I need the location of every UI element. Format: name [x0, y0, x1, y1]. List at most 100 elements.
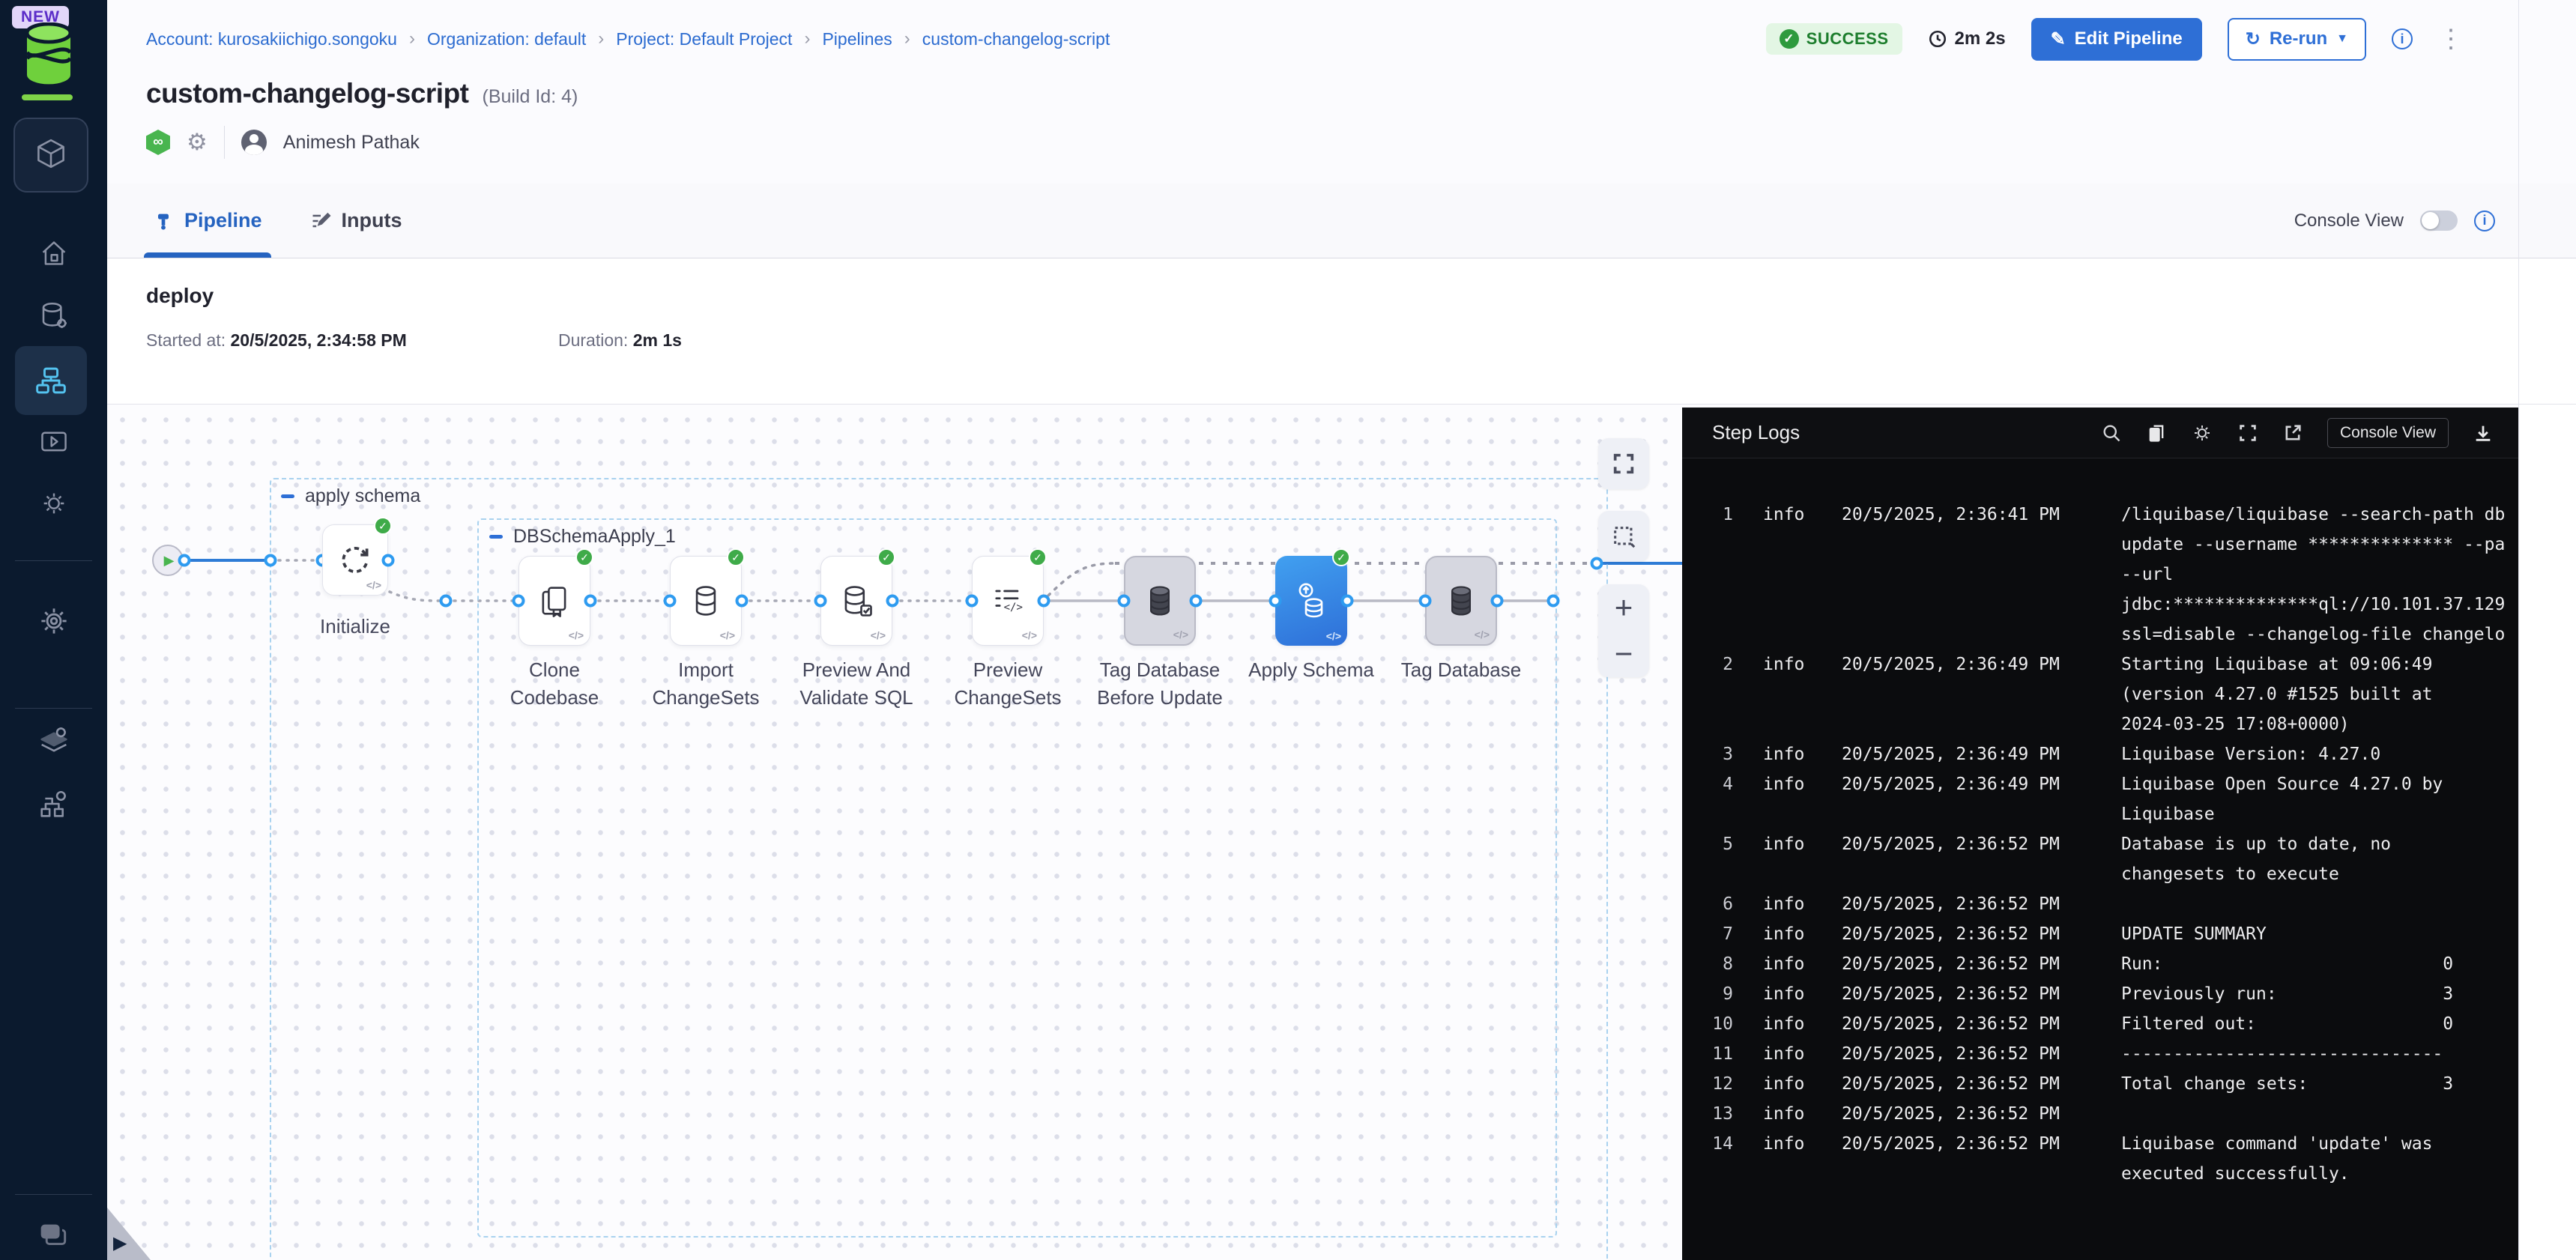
step-node-initialize[interactable]: </> — [322, 524, 388, 596]
expand-arrow-icon[interactable]: ▶ — [113, 1232, 127, 1254]
open-external-icon[interactable] — [2282, 422, 2303, 443]
step-node-preview-changesets[interactable]: </> </> — [972, 556, 1044, 646]
initialize-icon — [336, 542, 374, 579]
step-label: Import ChangeSets — [638, 656, 773, 712]
collapse-icon[interactable] — [281, 494, 294, 498]
log-line-number: 7 — [1682, 924, 1733, 944]
connector-dot — [966, 595, 979, 608]
chevron-right-icon: › — [804, 28, 810, 49]
help-chat-icon[interactable]: ? — [0, 1221, 107, 1254]
connector-dot — [1118, 595, 1131, 608]
connector-dot — [1038, 595, 1050, 608]
rerun-button[interactable]: ↻ Re-run ▼ — [2228, 18, 2366, 61]
log-timestamp: 20/5/2025, 2:36:52 PM — [1842, 1074, 2099, 1094]
log-line: 4 info 20/5/2025, 2:36:49 PM Liquibase O… — [1682, 769, 2519, 799]
log-lines[interactable]: 1 info 20/5/2025, 2:36:41 PM /liquibase/… — [1682, 458, 2519, 1260]
group-label-apply-schema[interactable]: apply schema — [281, 485, 420, 507]
breadcrumb-current[interactable]: custom-changelog-script — [922, 29, 1110, 49]
left-nav-rail: NEW — [0, 0, 107, 1260]
sidebar-item-project-settings[interactable] — [0, 604, 107, 638]
zoom-in-button[interactable]: + — [1615, 593, 1633, 623]
log-level: info — [1763, 954, 1808, 974]
group-label-dbschemaapply[interactable]: DBSchemaApply_1 — [489, 526, 676, 548]
database-check-icon — [837, 581, 876, 620]
log-message: executed successfully. — [2121, 1164, 2350, 1184]
step-node-tag-database-before-update[interactable]: </> — [1124, 556, 1196, 646]
step-node-import-changesets[interactable]: </> — [670, 556, 742, 646]
log-message: Starting Liquibase at 09:06:49 — [2121, 655, 2432, 674]
pipeline-icon — [153, 210, 174, 231]
log-message: /liquibase/liquibase --search-path db — [2121, 505, 2505, 524]
breadcrumb-pipelines[interactable]: Pipelines — [822, 29, 892, 49]
log-timestamp: 20/5/2025, 2:36:52 PM — [1842, 924, 2099, 944]
module-switcher-button[interactable] — [13, 118, 88, 193]
zoom-out-button[interactable]: − — [1615, 639, 1633, 669]
sidebar-item-databases[interactable] — [0, 300, 107, 331]
download-icon[interactable] — [2473, 422, 2494, 443]
breadcrumb-project[interactable]: Project: Default Project — [616, 29, 792, 49]
console-view-toggle[interactable] — [2420, 210, 2458, 231]
info-icon[interactable]: i — [2474, 210, 2495, 231]
log-timestamp: 20/5/2025, 2:36:52 PM — [1842, 1014, 2099, 1034]
main-area: Account: kurosakiichigo.songoku › Organi… — [107, 0, 2576, 1260]
repo-icon — [535, 581, 574, 620]
log-line-number: 6 — [1682, 894, 1733, 914]
avatar — [241, 130, 267, 155]
refresh-icon: ↻ — [2246, 28, 2261, 50]
log-line: jdbc:**************ql://10.101.37.129 — [1682, 590, 2519, 620]
step-node-preview-validate-sql[interactable]: </> — [820, 556, 892, 646]
sidebar-item-environments[interactable] — [0, 724, 107, 755]
info-icon[interactable]: i — [2392, 28, 2413, 49]
settings-gear-icon[interactable] — [2191, 422, 2213, 444]
log-line: ssl=disable --changelog-file changelo — [1682, 620, 2519, 649]
edit-pipeline-button[interactable]: ✎ Edit Pipeline — [2031, 18, 2202, 61]
database-icon — [686, 581, 725, 620]
step-node-tag-database[interactable]: </> — [1425, 556, 1497, 646]
step-node-apply-schema[interactable]: </> — [1275, 556, 1347, 646]
log-line-number: 1 — [1682, 505, 1733, 524]
gear-icon[interactable]: ⚙ — [187, 129, 208, 156]
step-node-clone-codebase[interactable]: </> — [518, 556, 590, 646]
kebab-menu-icon[interactable]: ⋮ — [2438, 31, 2464, 46]
sidebar-item-settings-small[interactable] — [0, 488, 107, 518]
log-timestamp: 20/5/2025, 2:36:49 PM — [1842, 655, 2099, 674]
log-message: changesets to execute — [2121, 864, 2339, 884]
log-message: jdbc:**************ql://10.101.37.129 — [2121, 595, 2505, 614]
log-line: 6 info 20/5/2025, 2:36:52 PM — [1682, 889, 2519, 919]
app-window: NEW — [0, 0, 2576, 1260]
connector-dot — [664, 595, 677, 608]
console-view-button[interactable]: Console View — [2327, 418, 2449, 448]
copy-icon[interactable] — [2146, 422, 2167, 443]
harness-dbops-logo[interactable] — [22, 22, 75, 89]
tab-inputs[interactable]: Inputs — [301, 184, 411, 258]
sidebar-item-executions[interactable] — [0, 427, 107, 457]
collapse-icon[interactable] — [489, 535, 503, 539]
log-message: Total change sets: 3 — [2121, 1074, 2453, 1094]
success-check-icon: ✓ — [575, 548, 593, 566]
sidebar-item-home[interactable] — [0, 238, 107, 268]
trigger-author: Animesh Pathak — [283, 132, 420, 154]
canvas-select-button[interactable] — [1598, 511, 1649, 562]
stage-name: deploy — [146, 284, 2576, 308]
pipeline-canvas[interactable]: apply schema DBSchemaApply_1 ▶ </> ✓ Ini… — [107, 405, 2519, 1260]
script-tag: </> — [720, 629, 735, 641]
log-timestamp: 20/5/2025, 2:36:52 PM — [1842, 1134, 2099, 1154]
stage-duration: Duration: 2m 1s — [558, 330, 682, 351]
connector-dot — [382, 554, 395, 567]
connector-dot — [886, 595, 899, 608]
log-timestamp: 20/5/2025, 2:36:52 PM — [1842, 954, 2099, 974]
breadcrumb-organization[interactable]: Organization: default — [427, 29, 586, 49]
breadcrumb-account[interactable]: Account: kurosakiichigo.songoku — [146, 29, 397, 49]
log-line: update --username ************** --pa — [1682, 530, 2519, 560]
connector-dot — [736, 595, 749, 608]
chevron-right-icon: › — [598, 28, 604, 49]
log-level: info — [1763, 745, 1808, 764]
fullscreen-icon[interactable] — [2237, 422, 2258, 443]
sidebar-item-pipelines-active[interactable] — [15, 346, 87, 415]
tab-pipeline[interactable]: Pipeline — [144, 184, 271, 258]
database-upload-icon — [1290, 580, 1332, 622]
canvas-fullscreen-button[interactable] — [1598, 438, 1649, 489]
sidebar-item-infrastructure[interactable] — [0, 788, 107, 820]
search-icon[interactable] — [2101, 422, 2122, 443]
log-message: 2024-03-25 17:08+0000) — [2121, 715, 2350, 734]
